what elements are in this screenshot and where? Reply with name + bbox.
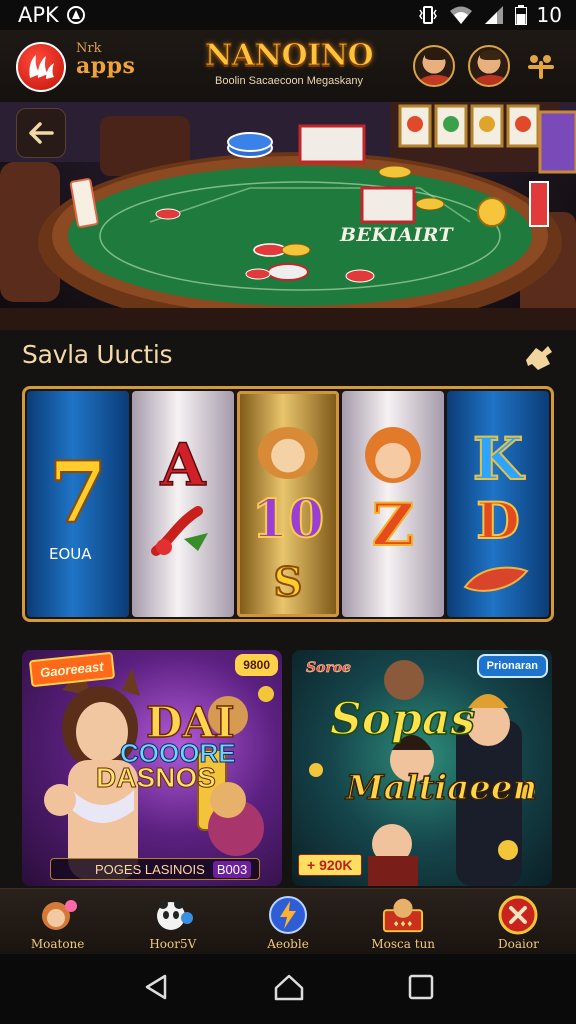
promo-footer: POGES LASINOIS B003	[50, 858, 260, 880]
reel-symbol: 10	[251, 488, 325, 551]
lips-icon	[463, 566, 529, 592]
nav-label: Doaior	[498, 937, 539, 951]
carrier-label: APK	[18, 3, 59, 27]
promo-subheadline: DASNOS	[96, 762, 217, 794]
cherry-icon	[151, 506, 208, 556]
nav-item-games[interactable]: Hoor5V	[115, 889, 230, 954]
promo-footer: + 920K	[298, 854, 362, 876]
slot-reel: 10 S	[237, 391, 339, 617]
reel-symbol: Z	[371, 490, 415, 560]
recents-icon[interactable]	[407, 973, 435, 1006]
puzzle-icon[interactable]	[522, 342, 554, 372]
slot-reel: K D	[447, 391, 549, 617]
slot-reel: Z	[342, 391, 444, 617]
menu-icon[interactable]	[524, 48, 558, 82]
lady-icon	[365, 427, 421, 483]
bottom-nav: Moatone Hoor5V Aeoble ♦♦♦ Mosca tun Doai…	[0, 888, 576, 954]
nav-label: Hoor5V	[149, 937, 197, 951]
close-icon	[497, 895, 539, 935]
clock: 10	[536, 3, 562, 27]
nav-item-close[interactable]: Doaior	[461, 889, 576, 954]
app-header: Nrk apps NANOINO Boolin Sacaecoon Megask…	[0, 30, 576, 102]
slot-reel: A	[132, 391, 234, 617]
brand-subtitle: Boolin Sacaecoon Megaskany	[215, 75, 363, 87]
promo-card-left[interactable]: Gaoreeast 9800 DAI COOORE DASNOS POGES L…	[22, 650, 282, 886]
nav-item-home[interactable]: Moatone	[0, 889, 115, 954]
nav-label: Aeoble	[267, 937, 309, 951]
promo-bonus-badge: 9800	[235, 654, 278, 676]
slot-machine[interactable]: 7 EOUA A 10 S Z K D	[22, 386, 554, 622]
app-screen: APK 10 Nrk apps NANOINO Boolin Sacaecoon…	[0, 0, 576, 1024]
logo-text: Nrk apps	[76, 42, 135, 77]
table-label: BEKIAIRT	[340, 224, 454, 246]
svg-text:♦♦♦: ♦♦♦	[393, 919, 414, 928]
slot-reel: 7 EOUA	[27, 391, 129, 617]
mascot-icon	[37, 895, 79, 935]
promo-subheadline: Maltiaeen	[345, 767, 538, 809]
promo-headline: Sopas	[329, 693, 476, 746]
avatar[interactable]	[468, 45, 510, 87]
casino-table-illustration	[0, 102, 576, 330]
brand-title: NANOINO	[204, 38, 374, 74]
status-bar: APK 10	[0, 0, 576, 30]
dog-icon	[258, 427, 318, 479]
promo-card-right[interactable]: Soroe Prionaran Sopas Maltiaeen + 920K	[292, 650, 552, 886]
nav-item-shop[interactable]: ♦♦♦ Mosca tun	[346, 889, 461, 954]
logo-big-text: apps	[76, 53, 136, 79]
lightning-icon	[267, 895, 309, 935]
nav-label: Mosca tun	[371, 937, 436, 951]
reel-symbol-lower: S	[273, 558, 304, 607]
battery-icon	[514, 5, 527, 25]
android-icon	[66, 6, 85, 24]
avatar[interactable]	[413, 45, 455, 87]
back-button[interactable]	[16, 108, 66, 158]
brand-banner: NANOINO Boolin Sacaecoon Megaskany	[204, 38, 374, 88]
app-logo-icon[interactable]	[16, 42, 66, 92]
promo-footer-text: POGES LASINOIS	[95, 861, 205, 877]
hero-banner[interactable]: BEKIAIRT	[0, 102, 576, 330]
arrow-left-icon	[29, 122, 54, 144]
system-nav-bar	[0, 954, 576, 1024]
promo-bonus-badge: Prionaran	[476, 654, 548, 679]
section-title: Savla Uuctis	[22, 340, 173, 369]
shop-icon: ♦♦♦	[382, 895, 424, 935]
nav-label: Moatone	[30, 937, 85, 951]
vibrate-icon	[417, 5, 439, 25]
nav-item-center[interactable]: Aeoble	[230, 889, 345, 954]
panda-icon	[152, 895, 194, 935]
promo-badge: Soroe	[306, 660, 352, 677]
reel-label: EOUA	[49, 545, 92, 563]
home-icon[interactable]	[272, 972, 306, 1007]
promo-footer-price: B003	[212, 860, 252, 878]
reel-symbol-lower: D	[475, 490, 520, 551]
reel-symbol: K	[472, 424, 524, 494]
reel-symbol: A	[160, 430, 207, 500]
back-triangle-icon[interactable]	[141, 972, 171, 1007]
signal-icon	[483, 5, 505, 25]
wifi-icon	[449, 5, 473, 25]
reel-symbol: 7	[48, 442, 108, 543]
